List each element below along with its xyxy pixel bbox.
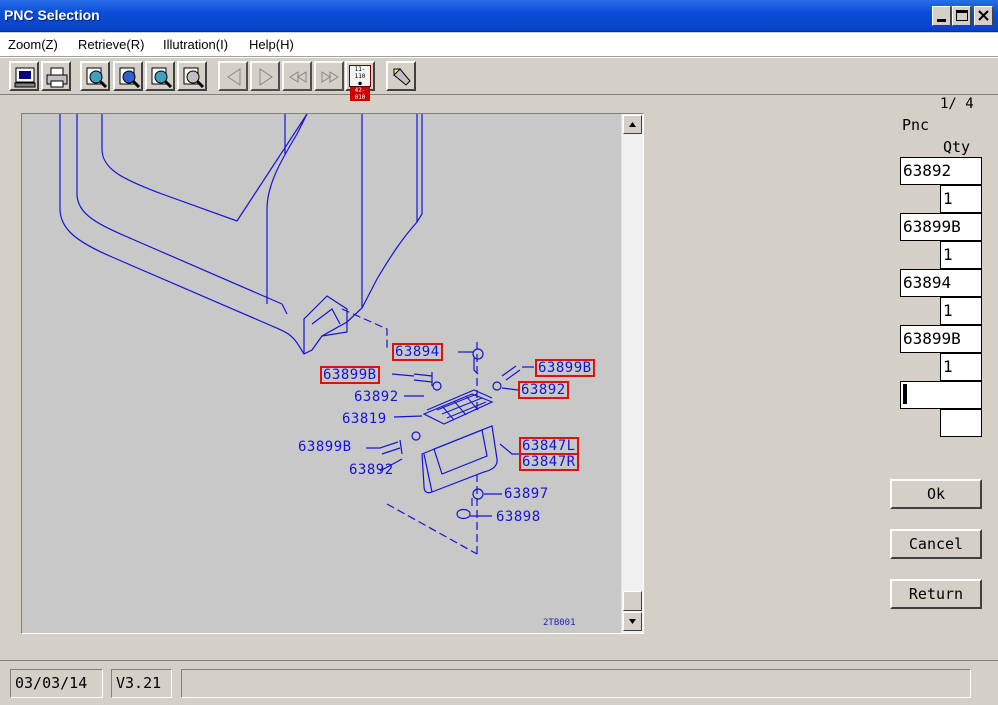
down-arrow-icon [629,619,636,624]
zoom-in-button[interactable] [80,61,110,91]
zoom-full-button[interactable] [177,61,207,91]
pnc-field[interactable]: 63899B [900,325,982,353]
menu-bar: Zoom(Z) Retrieve(R) Illutration(I) Help(… [0,33,998,57]
qty-field[interactable]: 1 [940,297,982,325]
qty-field[interactable]: 1 [940,353,982,381]
close-icon [978,10,989,21]
status-bar: 03/03/14 V3.21 [0,660,998,705]
status-date: 03/03/14 [10,669,103,698]
qty-field[interactable]: 1 [940,185,982,213]
cancel-button[interactable]: Cancel [890,529,982,559]
zoom-fit-button[interactable] [145,61,175,91]
scroll-down-button[interactable] [623,612,642,631]
drawing-code: 2TB001 [543,618,576,628]
pnc-63897-label[interactable]: 63897 [504,486,549,502]
fast-forward-icon [321,71,339,83]
print-preview-button[interactable] [9,61,39,91]
print-preview-icon [14,67,36,88]
rewind-icon [289,71,307,83]
page-range-dot: ● [358,80,362,87]
pnc-field[interactable]: 63899B [900,213,982,241]
maximize-button[interactable] [952,6,971,26]
rewind-button[interactable] [282,61,312,91]
next-button[interactable] [250,61,280,91]
ok-button[interactable]: Ok [890,479,982,509]
zoom-full-icon [183,67,205,89]
maximize-icon [956,10,968,21]
zoom-in-icon [86,67,108,89]
qty-field[interactable] [940,409,982,437]
pnc-field[interactable]: 63894 [900,269,982,297]
page-range-bottom: 42-010 [350,87,370,101]
pnc-63847r-label[interactable]: 63847R [519,453,579,471]
pnc-63899b-label[interactable]: 63899B [298,439,352,455]
fast-forward-button[interactable] [314,61,344,91]
title-bar: PNC Selection [0,0,998,32]
toolbar: 11-110 ● 42-010 [0,57,998,101]
printer-icon [46,67,68,88]
status-version: V3.21 [111,669,172,698]
status-message [181,669,971,698]
illustration-pane[interactable]: 63894 63899B 63899B 63892 63892 63819 63… [21,113,644,634]
flashlight-icon [393,68,411,86]
text-cursor [903,384,907,404]
menu-help[interactable]: Help(H) [249,37,294,52]
menu-illustration[interactable]: Illutration(I) [163,37,228,52]
pnc-63819-label[interactable]: 63819 [342,411,387,427]
next-icon [259,68,273,86]
pnc-63892-label[interactable]: 63892 [518,381,569,399]
zoom-out-button[interactable] [113,61,143,91]
pnc-63899b-label[interactable]: 63899B [320,366,380,384]
up-arrow-icon [629,122,636,127]
pnc-63892-label[interactable]: 63892 [354,389,399,405]
qty-column-header: Qty [943,138,971,156]
scroll-thumb[interactable] [623,591,642,611]
page-range-icon: 11-110 ● 42-010 [349,65,371,101]
scroll-up-button[interactable] [623,115,642,134]
zoom-fit-icon [151,67,173,89]
menu-retrieve[interactable]: Retrieve(R) [78,37,144,52]
prev-button[interactable] [218,61,248,91]
vertical-scrollbar[interactable] [621,114,643,633]
pnc-column-header: Pnc [902,116,930,134]
pnc-63899b-label[interactable]: 63899B [535,359,595,377]
minimize-button[interactable] [932,6,951,26]
pnc-63898-label[interactable]: 63898 [496,509,541,525]
pnc-63894-label[interactable]: 63894 [392,343,443,361]
print-button[interactable] [41,61,71,91]
pnc-field[interactable]: 63892 [900,157,982,185]
window-title: PNC Selection [4,7,100,23]
minimize-icon [937,19,946,22]
pnc-63892-label[interactable]: 63892 [349,462,394,478]
zoom-out-icon [119,67,141,89]
return-button[interactable]: Return [890,579,982,609]
page-indicator: 1/ 4 [940,96,974,112]
menu-zoom[interactable]: Zoom(Z) [8,37,58,52]
page-range-button[interactable]: 11-110 ● 42-010 [345,61,375,101]
flashlight-button[interactable] [386,61,416,91]
close-button[interactable] [974,6,993,26]
pnc-field-active[interactable] [900,381,982,409]
qty-field[interactable]: 1 [940,241,982,269]
page-range-top: 11-110 [354,66,366,80]
prev-icon [227,68,241,86]
